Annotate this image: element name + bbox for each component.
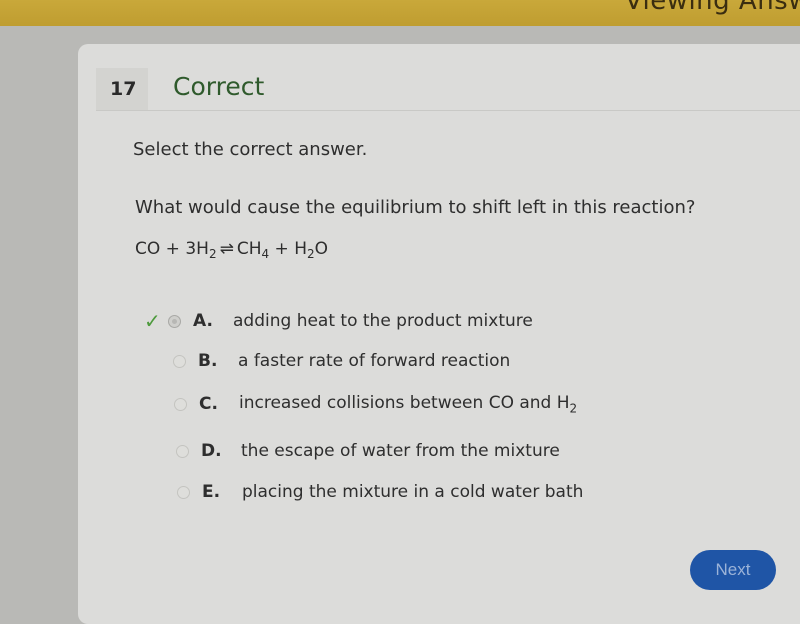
plus-sign: + xyxy=(274,239,289,259)
answer-status: Correct xyxy=(173,72,265,101)
radio-b[interactable] xyxy=(173,354,186,368)
question-prompt: What would cause the equilibrium to shif… xyxy=(135,197,696,218)
choice-d[interactable]: D. the escape of water from the mixture xyxy=(176,441,560,461)
choice-letter: E. xyxy=(202,482,221,502)
choice-a[interactable]: ✓ A. adding heat to the product mixture xyxy=(144,309,533,333)
radio-e[interactable] xyxy=(177,485,190,499)
choice-text: a faster rate of forward reaction xyxy=(238,351,511,371)
equilibrium-arrow-icon: ⇌ xyxy=(219,239,234,259)
product-ch4: CH4 xyxy=(236,239,270,261)
product-h2o: H2O xyxy=(294,239,329,261)
choice-text: increased collisions between CO and H2 xyxy=(239,393,578,416)
radio-d[interactable] xyxy=(176,444,189,458)
reactant-h2: 3H2 xyxy=(185,239,217,261)
choice-text: the escape of water from the mixture xyxy=(241,441,560,461)
correct-check-icon: ✓ xyxy=(144,309,161,333)
radio-c[interactable] xyxy=(174,397,187,411)
viewing-answers-label: Viewing Answ xyxy=(624,0,800,16)
header-divider xyxy=(96,110,800,111)
choice-letter: D. xyxy=(201,441,222,461)
choice-e[interactable]: E. placing the mixture in a cold water b… xyxy=(177,482,583,502)
choice-text: placing the mixture in a cold water bath xyxy=(242,482,584,502)
question-number: 17 xyxy=(110,78,137,100)
next-button[interactable]: Next xyxy=(690,550,776,590)
plus-sign: + xyxy=(165,239,180,259)
choice-text: adding heat to the product mixture xyxy=(233,311,533,331)
top-bar: Viewing Answ xyxy=(0,0,800,26)
radio-a[interactable] xyxy=(168,314,181,328)
choice-letter: B. xyxy=(198,351,218,371)
reactant-co: CO xyxy=(135,239,161,259)
instruction-text: Select the correct answer. xyxy=(133,139,368,160)
question-card xyxy=(78,44,800,624)
chemical-equation: CO + 3H2 ⇌ CH4 + H2O xyxy=(135,239,328,261)
choice-letter: C. xyxy=(199,394,218,415)
choice-c[interactable]: C. increased collisions between CO and H… xyxy=(174,393,577,415)
choice-b[interactable]: B. a faster rate of forward reaction xyxy=(173,351,510,371)
choice-letter: A. xyxy=(193,311,213,331)
